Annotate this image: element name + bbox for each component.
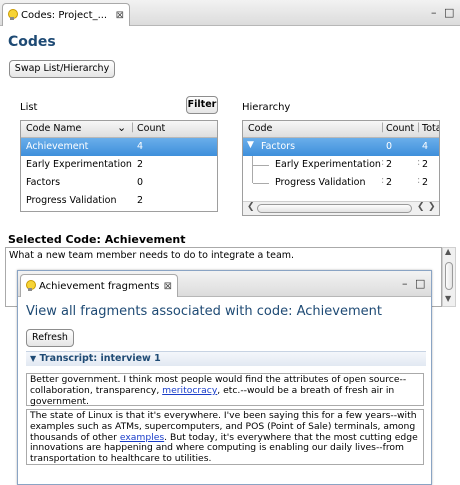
transcript-section-header[interactable]: ▼ Transcript: interview 1 <box>26 351 426 366</box>
close-icon[interactable]: ⊠ <box>116 10 124 21</box>
row-name: Factors <box>261 141 296 152</box>
row-count: 4 <box>137 141 144 152</box>
selected-code-title: Selected Code: Achievement <box>8 233 186 246</box>
row-total: 4 <box>422 141 429 152</box>
row-count: 2 <box>386 159 393 170</box>
refresh-button[interactable]: Refresh <box>26 329 74 347</box>
expand-arrow-icon[interactable]: ▼ <box>247 140 254 150</box>
fragment-box[interactable]: The state of Linux is that it's everywhe… <box>26 409 424 465</box>
description-text: What a new team member needs to do to in… <box>9 250 295 261</box>
minimize-icon[interactable]: – <box>431 6 437 19</box>
scroll-right-icon[interactable]: ❯ <box>428 202 436 212</box>
row-total: 2 <box>422 177 429 188</box>
column-divider: : <box>381 157 385 168</box>
collapse-arrow-icon[interactable]: ▼ <box>30 354 36 363</box>
fragment-box[interactable]: Better government. I think most people w… <box>26 373 424 406</box>
column-divider: | <box>381 122 385 133</box>
total-column-header[interactable]: Tota <box>422 123 439 134</box>
close-icon[interactable]: ⊠ <box>164 281 172 292</box>
tree-row-early-experimentation[interactable]: Early Experimentation : 2 : 2 <box>243 156 439 174</box>
filter-button[interactable]: Filter <box>186 96 218 114</box>
code-hierarchy-tree[interactable]: Code | Count | Tota ▼ Factors 0 4 Early … <box>242 120 440 216</box>
lightbulb-icon <box>25 280 36 292</box>
codes-tab[interactable]: Codes: Project_... ⊠ <box>2 3 130 26</box>
code-column-header[interactable]: Code <box>248 123 272 134</box>
scroll-left-icon[interactable]: ❮ <box>417 202 425 212</box>
column-divider: | <box>131 122 135 133</box>
row-count: 0 <box>386 141 393 152</box>
meritocracy-link[interactable]: meritocracy <box>162 385 217 396</box>
code-list-table[interactable]: Code Name ⌄ | Count Achievement 4 Early … <box>20 120 218 212</box>
list-table-header: Code Name ⌄ | Count <box>21 121 217 138</box>
row-name: Achievement <box>26 141 89 152</box>
transcript-section-title: Transcript: interview 1 <box>39 353 161 364</box>
scrollbar-thumb[interactable] <box>257 204 412 213</box>
hierarchy-header: Code | Count | Tota <box>243 121 439 138</box>
row-count: 2 <box>137 195 144 206</box>
lightbulb-icon <box>7 9 18 21</box>
list-row-progress-validation[interactable]: Progress Validation 2 <box>21 192 217 210</box>
row-name: Factors <box>26 177 61 188</box>
row-count: 0 <box>137 177 144 188</box>
vertical-scrollbar[interactable]: ▲ ▼ <box>442 247 456 307</box>
tree-line <box>253 183 269 184</box>
list-row-achievement[interactable]: Achievement 4 <box>21 138 217 156</box>
codes-tab-label: Codes: Project_... <box>21 9 108 21</box>
fragments-tab-bar: Achievement fragments ⊠ – □ <box>18 271 431 297</box>
row-name: Progress Validation <box>26 195 117 206</box>
row-name: Early Experimentation <box>26 159 132 170</box>
row-count: 2 <box>137 159 144 170</box>
scroll-left-icon[interactable]: ❮ <box>247 202 255 212</box>
row-name: Early Experimentation <box>275 159 381 170</box>
sort-chevron-icon[interactable]: ⌄ <box>117 121 126 134</box>
count-column-header[interactable]: Count <box>386 123 414 134</box>
fragments-title: View all fragments associated with code:… <box>26 304 382 319</box>
fragments-tab[interactable]: Achievement fragments ⊠ <box>20 274 178 297</box>
scroll-down-icon[interactable]: ▼ <box>445 294 451 303</box>
row-name: Progress Validation <box>275 177 366 188</box>
code-name-column-header[interactable]: Code Name <box>26 123 81 134</box>
hierarchy-label: Hierarchy <box>242 102 291 113</box>
column-divider: : <box>417 157 421 168</box>
column-divider: : <box>417 175 421 186</box>
maximize-icon[interactable]: □ <box>415 277 425 290</box>
codes-title: Codes <box>8 34 56 50</box>
row-total: 2 <box>422 159 429 170</box>
tree-line <box>252 174 253 183</box>
minimize-icon[interactable]: – <box>402 277 408 290</box>
achievement-fragments-panel: Achievement fragments ⊠ – □ View all fra… <box>17 270 432 485</box>
scroll-up-icon[interactable]: ▲ <box>445 247 451 256</box>
list-label: List <box>20 102 38 113</box>
codes-tab-bar: Codes: Project_... ⊠ – □ <box>0 0 460 26</box>
tree-row-progress-validation[interactable]: Progress Validation : 2 : 2 <box>243 174 439 192</box>
horizontal-scrollbar[interactable]: ❮ ❮ ❯ <box>243 201 439 215</box>
maximize-icon[interactable]: □ <box>444 6 454 19</box>
tree-row-factors[interactable]: ▼ Factors 0 4 <box>243 138 439 156</box>
column-divider: | <box>417 122 421 133</box>
tree-line <box>253 165 269 166</box>
swap-list-hierarchy-button[interactable]: Swap List/Hierarchy <box>9 60 115 78</box>
scrollbar-thumb[interactable] <box>445 262 453 290</box>
column-divider: : <box>381 175 385 186</box>
count-column-header[interactable]: Count <box>137 123 165 134</box>
fragments-tab-label: Achievement fragments <box>39 280 160 292</box>
row-count: 2 <box>386 177 393 188</box>
list-row-factors[interactable]: Factors 0 <box>21 174 217 192</box>
list-row-early-experimentation[interactable]: Early Experimentation 2 <box>21 156 217 174</box>
examples-link[interactable]: examples <box>120 432 164 443</box>
